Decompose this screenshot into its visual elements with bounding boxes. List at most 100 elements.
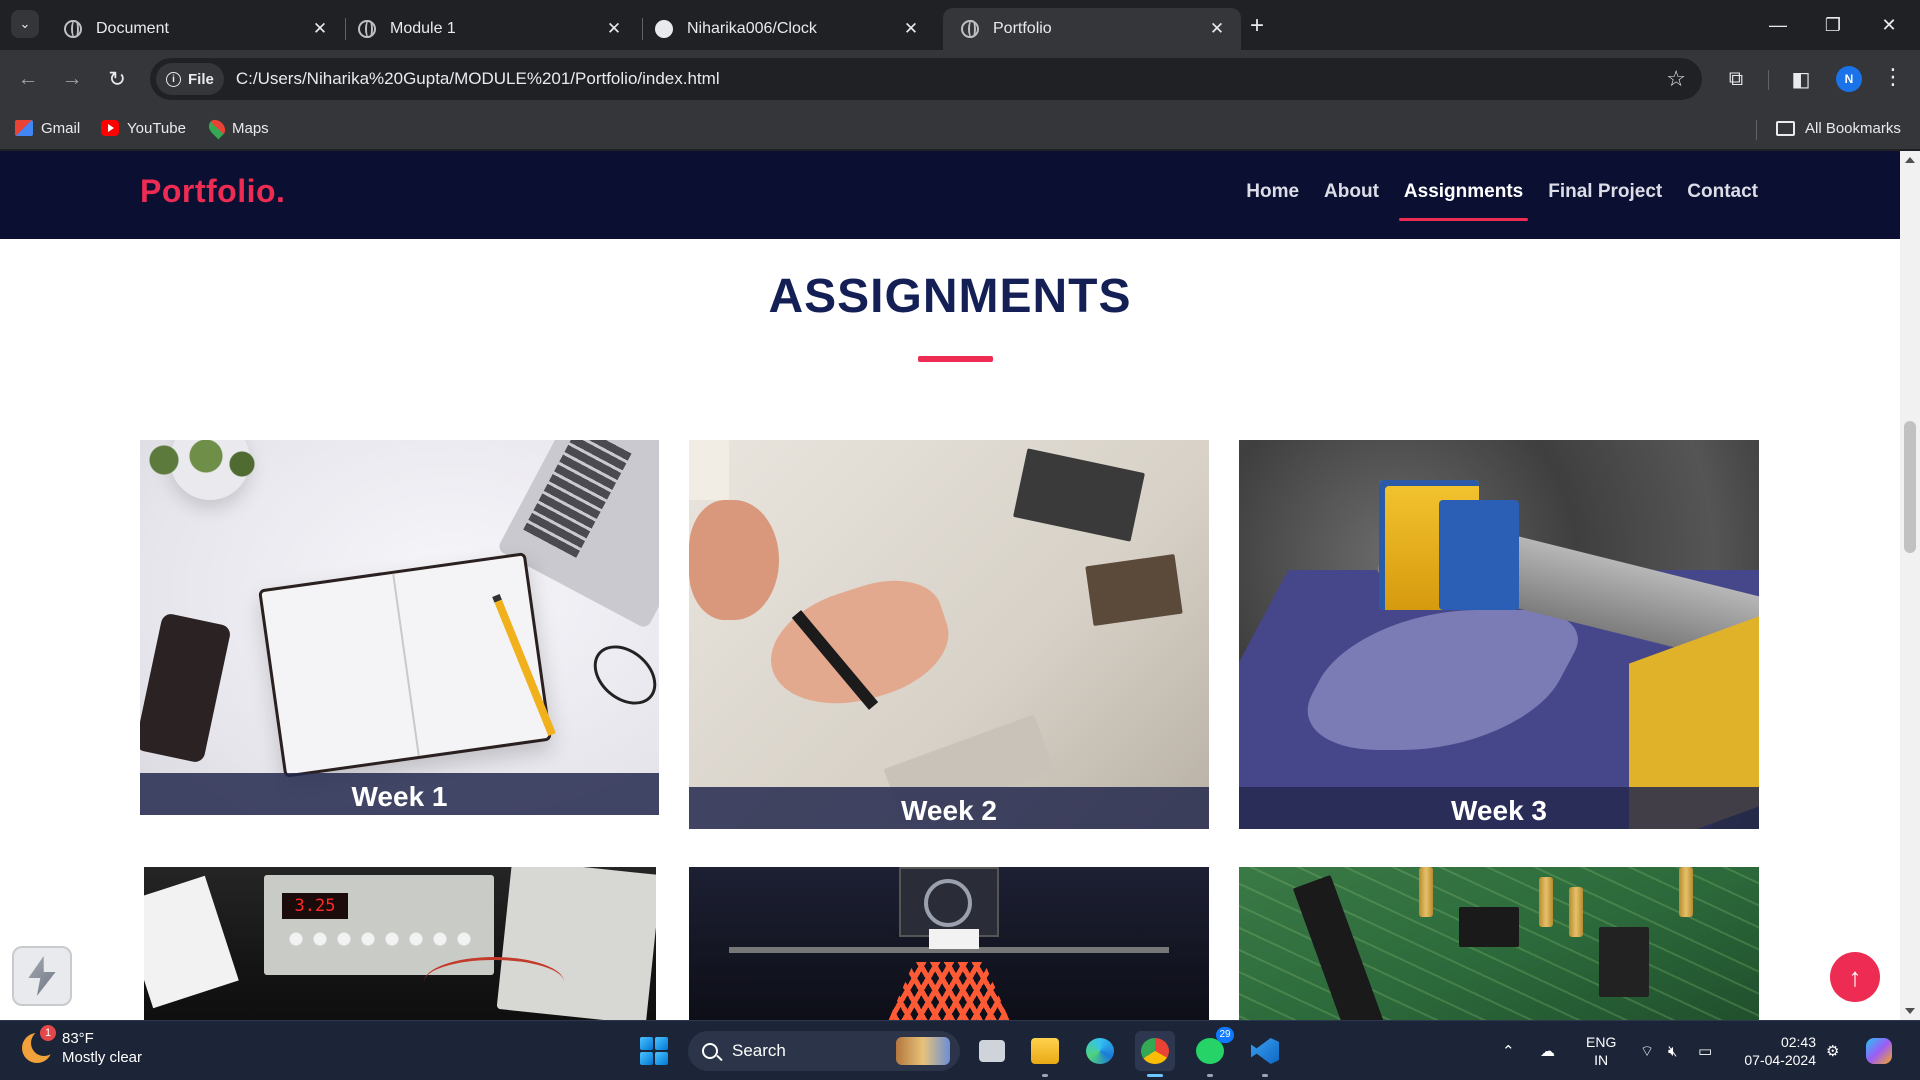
task-view-button[interactable] <box>972 1031 1012 1071</box>
toolbar-divider <box>1768 70 1769 90</box>
bookmark-youtube[interactable]: YouTube <box>101 117 186 139</box>
assignment-card-week-5[interactable] <box>689 867 1209 1020</box>
start-button[interactable] <box>640 1037 668 1065</box>
folder-icon <box>1031 1038 1059 1064</box>
taskbar-search[interactable]: Search <box>688 1031 960 1071</box>
tab-portfolio[interactable]: Portfolio ✕ <box>943 8 1241 50</box>
task-view-icon <box>979 1040 1005 1062</box>
language-indicator[interactable]: ENG IN <box>1586 1033 1616 1069</box>
bookmark-label: Maps <box>232 119 269 137</box>
search-icon <box>702 1043 718 1059</box>
page-viewport: Portfolio. Home About Assignments Final … <box>0 151 1900 1020</box>
tray-overflow-icon[interactable]: ⌃ <box>1502 1021 1515 1080</box>
copilot-icon[interactable] <box>1866 1021 1892 1080</box>
phone-shape <box>140 612 232 764</box>
tab-github-clock[interactable]: Niharika006/Clock ✕ <box>637 8 935 50</box>
assignment-card-week-4[interactable]: 3.25 <box>144 867 656 1020</box>
photo-scrap-shape <box>1013 448 1145 542</box>
profile-avatar[interactable]: N <box>1836 66 1862 92</box>
edge-button[interactable] <box>1080 1031 1120 1071</box>
close-icon[interactable]: ✕ <box>310 19 330 39</box>
address-bar[interactable]: i File C:/Users/Niharika%20Gupta/MODULE%… <box>150 58 1702 100</box>
page-scrollbar[interactable] <box>1900 151 1920 1020</box>
browser-menu-icon[interactable]: ⋮ <box>1880 64 1906 90</box>
region-code: IN <box>1594 1052 1609 1068</box>
bookmark-label: YouTube <box>127 119 186 137</box>
cnc-plotter-image <box>1239 440 1759 829</box>
tab-document[interactable]: Document ✕ <box>46 8 344 50</box>
extensions-puzzle-icon[interactable]: ⧉ <box>1721 64 1751 94</box>
github-icon <box>655 20 673 38</box>
scroll-up-arrow-icon[interactable] <box>1905 157 1915 163</box>
wifi-icon[interactable]: ⌔ <box>1640 1021 1654 1080</box>
assignment-card-week-2[interactable]: Week 2 <box>689 440 1209 829</box>
site-header: Portfolio. Home About Assignments Final … <box>0 151 1900 239</box>
close-window-button[interactable]: ✕ <box>1866 10 1912 40</box>
nav-home[interactable]: Home <box>1246 181 1299 221</box>
side-panel-icon[interactable]: ◧ <box>1786 64 1816 94</box>
close-icon[interactable]: ✕ <box>604 19 624 39</box>
nav-contact[interactable]: Contact <box>1687 181 1758 221</box>
reload-button[interactable]: ↻ <box>102 64 132 94</box>
settings-gear-icon[interactable]: ⚙ <box>1826 1021 1839 1080</box>
nav-final-project[interactable]: Final Project <box>1548 181 1662 221</box>
vscode-button[interactable] <box>1245 1031 1285 1077</box>
tab-module-1[interactable]: Module 1 ✕ <box>340 8 638 50</box>
all-bookmarks-button[interactable]: All Bookmarks <box>1776 117 1901 139</box>
forward-button[interactable]: → <box>57 64 87 94</box>
chrome-button[interactable] <box>1135 1031 1175 1077</box>
scrollbar-thumb[interactable] <box>1904 421 1916 553</box>
nav-assignments[interactable]: Assignments <box>1398 181 1529 221</box>
close-icon[interactable]: ✕ <box>1207 19 1227 39</box>
url-text[interactable]: C:/Users/Niharika%20Gupta/MODULE%201/Por… <box>236 69 720 89</box>
bookmarks-divider <box>1756 120 1757 140</box>
minimize-button[interactable]: — <box>1755 10 1801 40</box>
title-underline <box>918 356 993 362</box>
site-info-chip[interactable]: i File <box>156 63 224 95</box>
notebook-desk-image <box>140 440 659 815</box>
globe-icon <box>961 20 979 38</box>
close-icon[interactable]: ✕ <box>901 19 921 39</box>
tab-label: Portfolio <box>993 20 1052 37</box>
floating-app-button[interactable] <box>12 946 72 1006</box>
windows-logo-tile <box>640 1052 653 1065</box>
assignment-card-week-3[interactable]: Week 3 <box>1239 440 1759 829</box>
bookmark-star-icon[interactable]: ☆ <box>1666 66 1686 92</box>
fan-icon <box>924 879 972 927</box>
nav-about[interactable]: About <box>1324 181 1379 221</box>
taskbar-search-label: Search <box>732 1041 786 1060</box>
scroll-down-arrow-icon[interactable] <box>1905 1008 1915 1014</box>
assignment-card-week-6[interactable] <box>1239 867 1759 1020</box>
restore-button[interactable]: ❐ <box>1810 10 1856 40</box>
bookmark-gmail[interactable]: Gmail <box>15 117 80 139</box>
battery-icon[interactable]: ▭ <box>1698 1021 1712 1080</box>
browser-tab-strip: ⌄ Document ✕ Module 1 ✕ Niharika006/Cloc… <box>0 0 1920 50</box>
card-caption: Week 3 <box>1239 787 1759 829</box>
tab-search-button[interactable]: ⌄ <box>11 10 39 38</box>
volume-muted-icon[interactable]: 🔇︎ <box>1668 1021 1677 1080</box>
paper-shape <box>144 875 239 1009</box>
new-tab-button[interactable]: + <box>1243 12 1271 40</box>
weather-widget[interactable]: 1 83°F Mostly clear <box>22 1025 142 1067</box>
whatsapp-button[interactable]: 29 <box>1190 1027 1234 1077</box>
photo-scrap-shape <box>1085 554 1183 626</box>
language-code: ENG <box>1586 1034 1617 1050</box>
scroll-to-top-button[interactable]: ↑ <box>1830 952 1880 1002</box>
bookmarks-bar: Gmail YouTube Maps All Bookmarks <box>0 108 1920 150</box>
bookmark-maps[interactable]: Maps <box>205 116 269 140</box>
onedrive-icon[interactable]: ☁ <box>1540 1021 1555 1080</box>
printed-object-shape <box>879 962 1019 1020</box>
warning-label-shape <box>929 929 979 949</box>
gmail-icon <box>15 120 33 136</box>
tab-label: Document <box>96 20 169 37</box>
all-bookmarks-label: All Bookmarks <box>1805 119 1901 137</box>
globe-icon <box>358 20 376 38</box>
back-button[interactable]: ← <box>13 64 43 94</box>
card-caption: Week 1 <box>140 773 659 815</box>
card-caption: Week 2 <box>689 787 1209 829</box>
assignment-card-week-1[interactable]: Week 1 <box>140 440 659 815</box>
clock[interactable]: 02:43 07-04-2024 <box>1736 1033 1816 1069</box>
copilot-logo <box>1866 1038 1892 1064</box>
file-explorer-button[interactable] <box>1025 1031 1065 1077</box>
site-logo[interactable]: Portfolio. <box>140 173 285 210</box>
